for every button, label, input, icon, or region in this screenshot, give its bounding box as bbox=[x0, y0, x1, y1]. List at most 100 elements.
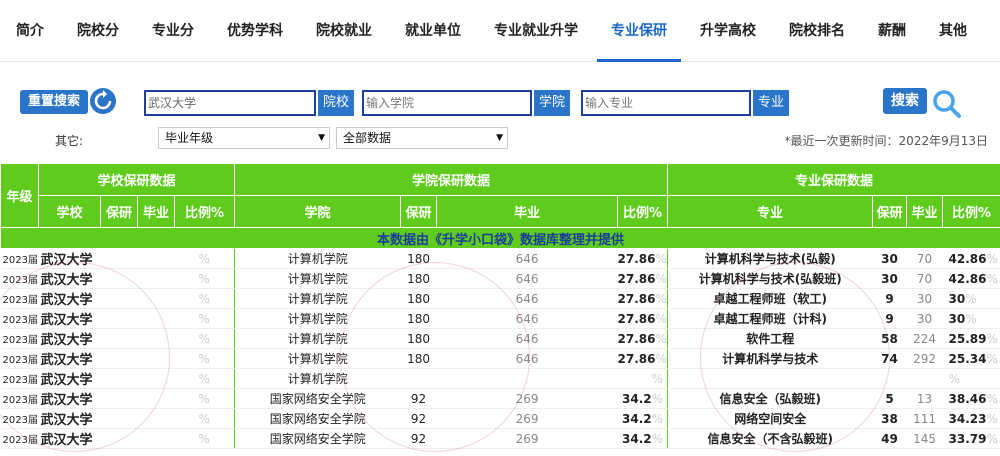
row-college-value: 计算机学院 bbox=[287, 312, 348, 326]
percent-sign: % bbox=[655, 271, 667, 286]
row-major: 卓越工程师班（计科) bbox=[667, 308, 873, 329]
row-year: 2023届 bbox=[0, 268, 39, 289]
nav-item[interactable]: 院校排名 bbox=[789, 0, 845, 62]
table-row: 2023届 武汉大学% 计算机学院 180 646 27.86% 卓越工程师班（软工) 9 30… bbox=[0, 288, 1000, 309]
row-school-ratio-value: % bbox=[198, 391, 210, 406]
percent-sign: % bbox=[651, 431, 664, 446]
nav-item[interactable]: 简介 bbox=[16, 0, 44, 62]
percent-sign: % bbox=[651, 411, 664, 426]
row-college-value: 计算机学院 bbox=[287, 332, 348, 346]
row-major-baoyan-value: 30 bbox=[881, 251, 898, 266]
refresh-icon[interactable] bbox=[90, 88, 116, 114]
nav-item[interactable]: 优势学科 bbox=[227, 0, 283, 62]
chevron-down-icon: ▼ bbox=[318, 133, 325, 143]
search-icon[interactable] bbox=[931, 88, 963, 120]
row-college: 国家网络安全学院 bbox=[234, 408, 401, 429]
row-major-baoyan: 9 bbox=[872, 288, 907, 309]
row-college-baoyan: 92 bbox=[400, 408, 437, 429]
college-search-button[interactable]: 学院 bbox=[534, 90, 570, 116]
row-school-ratio-value: % bbox=[198, 331, 210, 346]
row-college-grad: 646 bbox=[436, 268, 618, 289]
row-major-baoyan bbox=[872, 368, 907, 389]
table-row: 2023届 武汉大学% 计算机学院 180 646 27.86% 计算机科学与技术 74 292… bbox=[0, 348, 1000, 369]
percent-sign: % bbox=[651, 391, 664, 406]
row-school-ratio-value: % bbox=[198, 251, 210, 266]
percent-sign: % bbox=[986, 411, 998, 426]
row-major-grad-value: 70 bbox=[916, 251, 933, 266]
row-year: 2023届 bbox=[0, 368, 39, 389]
row-school-ratio: % bbox=[174, 288, 235, 309]
row-college-grad-value: 646 bbox=[515, 311, 539, 326]
row-college-baoyan: 180 bbox=[400, 348, 437, 369]
school-search-button[interactable]: 院校 bbox=[318, 90, 354, 116]
row-college-ratio: 34.2% bbox=[617, 408, 668, 429]
nav-item[interactable]: 薪酬 bbox=[878, 0, 906, 62]
row-school-value: 武汉大学 bbox=[40, 373, 93, 388]
nav-item[interactable]: 院校就业 bbox=[316, 0, 372, 62]
row-college-baoyan-value: 92 bbox=[410, 391, 427, 406]
row-school-value: 武汉大学 bbox=[40, 413, 93, 428]
row-major-baoyan: 30 bbox=[872, 248, 907, 269]
row-major-value: 卓越工程师班（计科) bbox=[713, 312, 828, 326]
row-year-value: 2023届 bbox=[2, 275, 38, 286]
row-major-baoyan-value: 30 bbox=[881, 271, 898, 286]
nav-item[interactable]: 其他 bbox=[939, 0, 967, 62]
row-college-baoyan-value: 180 bbox=[407, 251, 430, 266]
row-school-baoyan bbox=[100, 288, 138, 309]
table-row: 2023届 武汉大学% 国家网络安全学院 92 269 34.2% 网络空间安全 38 111 3… bbox=[0, 408, 1000, 429]
major-input[interactable]: 输入专业 bbox=[581, 90, 751, 116]
row-major-ratio-value: 25.89 bbox=[948, 331, 987, 346]
row-major-grad-value: 145 bbox=[913, 431, 936, 446]
row-college-grad-value: 269 bbox=[515, 411, 539, 426]
major-search-button[interactable]: 专业 bbox=[753, 90, 789, 116]
year-select[interactable]: 毕业年级 ▼ bbox=[158, 127, 330, 149]
nav-item[interactable]: 院校分 bbox=[77, 0, 119, 62]
nav-item[interactable]: 专业就业升学 bbox=[494, 0, 578, 62]
row-major-ratio-value: 30 bbox=[948, 311, 966, 326]
row-school-value: 武汉大学 bbox=[40, 393, 93, 408]
row-college-ratio-value: 27.86 bbox=[617, 311, 656, 326]
data-select[interactable]: 全部数据 ▼ bbox=[336, 127, 508, 149]
row-major-value: 信息安全（不含弘毅班) bbox=[707, 432, 834, 446]
row-college-ratio: 27.86% bbox=[617, 268, 668, 289]
chevron-down-icon: ▼ bbox=[496, 133, 503, 143]
row-school: 武汉大学 bbox=[38, 308, 101, 329]
row-college-ratio-value: 27.86 bbox=[617, 291, 656, 306]
col-school-baoyan: 保研 bbox=[100, 195, 138, 228]
row-major: 信息安全（弘毅班) bbox=[667, 388, 873, 409]
row-school-grad bbox=[137, 368, 175, 389]
table-row: 2023届 武汉大学% 计算机学院 180 646 27.86% 软件工程 58 224 25.8… bbox=[0, 328, 1000, 349]
row-college-baoyan-value: 180 bbox=[407, 271, 430, 286]
nav-item[interactable]: 专业保研 bbox=[597, 0, 681, 62]
reset-search-button[interactable]: 重置搜索 bbox=[20, 90, 88, 114]
nav-item[interactable]: 专业分 bbox=[152, 0, 194, 62]
nav-item[interactable]: 升学高校 bbox=[700, 0, 756, 62]
percent-sign: % bbox=[986, 251, 998, 266]
school-input[interactable]: 武汉大学 bbox=[144, 90, 316, 116]
row-college-value: 计算机学院 bbox=[287, 372, 348, 386]
percent-sign: % bbox=[655, 331, 667, 346]
row-year: 2023届 bbox=[0, 288, 39, 309]
nav-item[interactable]: 就业单位 bbox=[405, 0, 461, 62]
row-college-baoyan: 180 bbox=[400, 248, 437, 269]
row-major: 卓越工程师班（软工) bbox=[667, 288, 873, 309]
percent-sign: % bbox=[655, 291, 667, 306]
col-school-ratio: 比例% bbox=[173, 195, 236, 228]
row-school-baoyan bbox=[100, 348, 138, 369]
search-button[interactable]: 搜索 bbox=[883, 88, 927, 114]
row-year: 2023届 bbox=[0, 348, 39, 369]
table-row: 2023届 武汉大学% 国家网络安全学院 92 269 34.2% 信息安全（弘毅班) 5 13… bbox=[0, 388, 1000, 409]
row-year-value: 2023届 bbox=[2, 395, 38, 406]
data-select-value: 全部数据 bbox=[343, 131, 392, 145]
row-school-grad bbox=[137, 428, 175, 449]
row-school-value: 武汉大学 bbox=[40, 313, 93, 328]
row-major-grad-value: 13 bbox=[916, 391, 933, 406]
row-college-ratio: 27.86% bbox=[617, 288, 668, 309]
college-input[interactable]: 输入学院 bbox=[362, 90, 532, 116]
row-school-grad bbox=[137, 268, 175, 289]
row-school: 武汉大学 bbox=[38, 328, 101, 349]
row-major-ratio: 34.23% bbox=[942, 408, 1000, 429]
row-major-baoyan-value: 9 bbox=[885, 311, 894, 326]
row-college-ratio: 27.86% bbox=[617, 328, 668, 349]
percent-sign: % bbox=[986, 391, 998, 406]
